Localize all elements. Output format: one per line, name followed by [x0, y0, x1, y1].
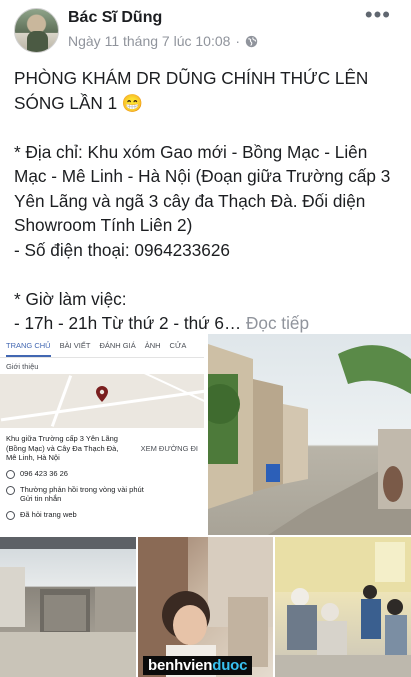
map-pin-icon: [96, 386, 108, 402]
post-address: * Địa chỉ: Khu xóm Gao mới - Bồng Mạc - …: [14, 141, 395, 236]
street-scene: [208, 344, 411, 535]
map-road: [50, 375, 73, 427]
photo-grid: TRANG CHỦ BÀI VIẾT ĐÁNH GIÁ ẢNH CỬA Giới…: [0, 334, 411, 677]
avatar[interactable]: [14, 8, 59, 53]
response-text: Thường phản hồi trong vòng vài phút: [20, 484, 144, 494]
send-message-text: Gửi tin nhắn: [20, 494, 62, 503]
phone-icon: [6, 469, 15, 479]
phone-row: 096 423 36 26: [0, 463, 204, 479]
tab-shop: CỬA: [169, 341, 187, 350]
watermark-part2: duoc: [212, 657, 248, 674]
web-row: Đã hỏi trang web: [0, 504, 204, 520]
post-phone: - Số điện thoại: 0964233626: [14, 239, 230, 260]
garage-photo[interactable]: [0, 537, 136, 677]
messenger-icon: [6, 485, 15, 495]
watermark-logo: benhvienduoc: [143, 656, 253, 675]
waiting-room-photo[interactable]: [275, 537, 411, 677]
tab-home: TRANG CHỦ: [6, 341, 51, 357]
web-icon: [6, 510, 15, 520]
waiting-room-scene: [275, 537, 411, 677]
post-hours-title: * Giờ làm việc:: [14, 288, 127, 309]
page-screenshot-photo[interactable]: TRANG CHỦ BÀI VIẾT ĐÁNH GIÁ ẢNH CỬA Giới…: [0, 334, 206, 535]
address-row: Khu giữa Trường cấp 3 Yên Lãng (Bồng Mạc…: [0, 428, 204, 463]
meta-separator: ·: [235, 33, 241, 49]
post-meta: Ngày 11 tháng 7 lúc 10:08 ·: [68, 33, 258, 49]
more-horizontal-icon[interactable]: •••: [365, 4, 391, 26]
post-body: PHÒNG KHÁM DR DŨNG CHÍNH THỨC LÊN SÓNG L…: [14, 66, 404, 336]
post-headline: PHÒNG KHÁM DR DŨNG CHÍNH THỨC LÊN SÓNG L…: [14, 68, 374, 113]
post-timestamp[interactable]: Ngày 11 tháng 7 lúc 10:08: [68, 33, 230, 49]
page-tabs: TRANG CHỦ BÀI VIẾT ĐÁNH GIÁ ẢNH CỬA: [0, 334, 204, 358]
directions-link: XEM ĐƯỜNG ĐI: [140, 444, 198, 453]
response-row: Thường phản hồi trong vòng vài phút Gửi t…: [0, 479, 204, 504]
page-address: Khu giữa Trường cấp 3 Yên Lãng (Bồng Mạc…: [6, 434, 119, 462]
web-text: Đã hỏi trang web: [20, 509, 77, 519]
map-preview: [0, 374, 204, 428]
avatar-figure: [27, 31, 48, 52]
response-info: Thường phản hồi trong vòng vài phút Gửi t…: [20, 485, 144, 504]
watermark-part1: benhvien: [148, 657, 213, 674]
author-name[interactable]: Bác Sĩ Dũng: [68, 9, 162, 27]
post-header: Bác Sĩ Dũng Ngày 11 tháng 7 lúc 10:08 · …: [0, 0, 411, 58]
intro-label: Giới thiệu: [6, 362, 39, 371]
see-more-link[interactable]: Đọc tiếp: [246, 313, 309, 333]
post-hours-text: - 17h - 21h Từ thứ 2 - thứ 6…: [14, 313, 242, 333]
page-phone: 096 423 36 26: [20, 468, 68, 478]
tab-posts: BÀI VIẾT: [59, 341, 91, 350]
post-hours-line: - 17h - 21h Từ thứ 2 - thứ 6… Đọc tiếp: [14, 311, 404, 336]
street-photo[interactable]: [208, 334, 411, 535]
tab-photos: ẢNH: [144, 341, 161, 350]
tab-reviews: ĐÁNH GIÁ: [99, 341, 136, 350]
globe-icon[interactable]: [245, 35, 258, 48]
garage-scene: [0, 537, 136, 677]
